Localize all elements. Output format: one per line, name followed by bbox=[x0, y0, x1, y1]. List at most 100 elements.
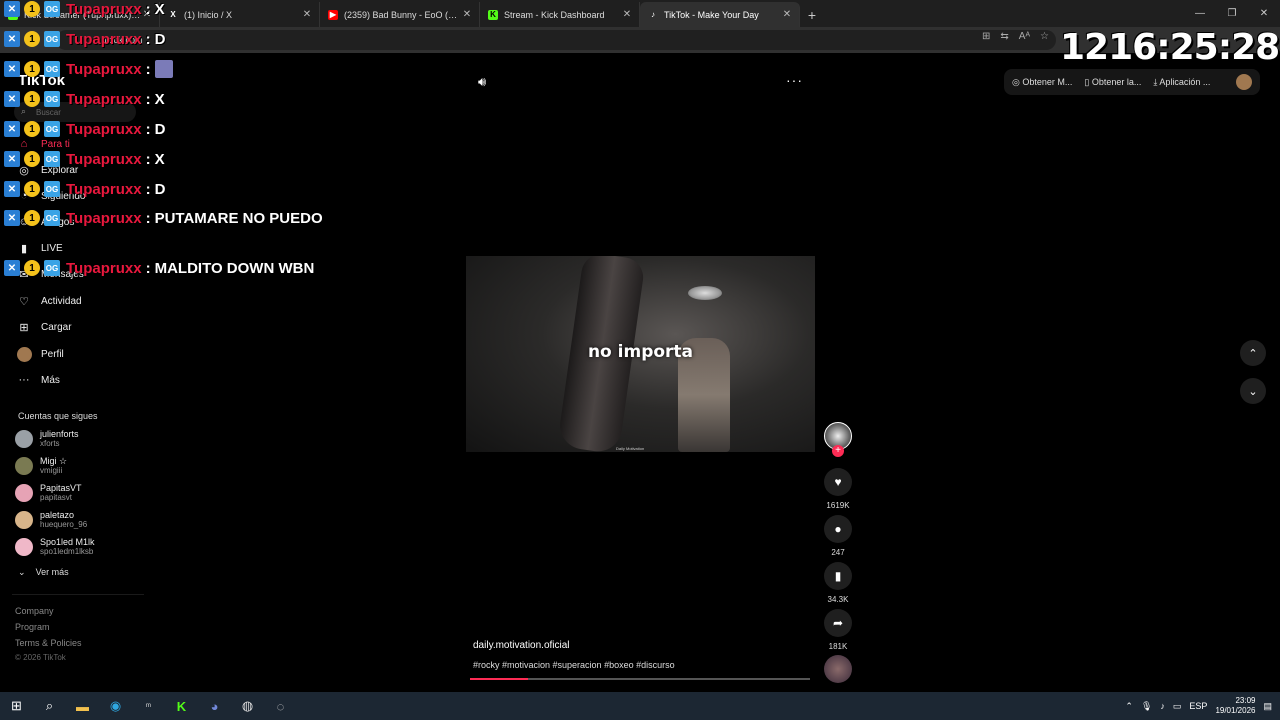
heart-icon: ♥ bbox=[824, 468, 852, 496]
following-account[interactable]: paletazo huequero_96 bbox=[15, 510, 87, 530]
discord-icon[interactable]: ◕ bbox=[198, 692, 231, 720]
sub-badge-icon: 1 bbox=[24, 61, 40, 77]
following-title: Cuentas que sigues bbox=[18, 411, 98, 421]
copyright: © 2026 TikTok bbox=[15, 653, 66, 662]
account-name: Migi ☆ bbox=[40, 456, 68, 466]
video-progress-bar[interactable] bbox=[470, 678, 810, 680]
follow-plus-icon[interactable]: + bbox=[832, 445, 844, 457]
search-icon[interactable]: ⌕ bbox=[33, 692, 66, 720]
close-icon[interactable]: ✕ bbox=[461, 9, 473, 20]
share-icon: ➦ bbox=[824, 609, 852, 637]
chat-text: D bbox=[154, 30, 166, 48]
next-video-button[interactable]: ⌄ bbox=[1240, 378, 1266, 404]
network-icon[interactable]: ▭ bbox=[1173, 701, 1182, 712]
windows-start-icon[interactable]: ⊞ bbox=[0, 692, 33, 720]
close-icon[interactable]: ✕ bbox=[621, 9, 633, 20]
user-avatar[interactable] bbox=[1236, 74, 1252, 90]
sub-badge-icon: 1 bbox=[24, 210, 40, 226]
maximize-icon[interactable]: ❐ bbox=[1216, 0, 1248, 27]
nav-item-perfil[interactable]: Perfil bbox=[16, 344, 64, 364]
file-explorer-icon[interactable]: ▬ bbox=[66, 692, 99, 720]
activity-icon: ♡ bbox=[19, 295, 29, 308]
chat-message: ✕ 1 OG Tupapruxx: PUTAMARE NO PUEDO bbox=[4, 207, 323, 229]
edge-browser-icon[interactable]: ◉ bbox=[99, 692, 132, 720]
address-bar[interactable]: tiktok.com bbox=[56, 30, 1056, 50]
sub-badge-icon: 1 bbox=[24, 31, 40, 47]
close-icon[interactable]: ✕ bbox=[301, 9, 313, 20]
share-button[interactable]: ➦ 181K bbox=[824, 609, 852, 651]
chat-message: ✕ 1 OG Tupapruxx: D bbox=[4, 118, 165, 140]
verified-icon: ✕ bbox=[4, 181, 20, 197]
following-account[interactable]: PapitasVT papitasvt bbox=[15, 483, 82, 503]
more-options-icon[interactable]: ··· bbox=[786, 72, 803, 88]
language-indicator[interactable]: ESP bbox=[1189, 701, 1207, 711]
save-button[interactable]: ▮ 34.3K bbox=[824, 562, 852, 604]
browser-tab[interactable]: K Stream - Kick Dashboard ✕ bbox=[480, 2, 640, 27]
reader-icon[interactable]: Aᴬ bbox=[1019, 31, 1030, 42]
app-icon[interactable]: ᵐ bbox=[132, 692, 165, 720]
account-name: paletazo bbox=[40, 510, 75, 520]
upload-icon: ⊞ bbox=[19, 321, 29, 334]
avatar bbox=[15, 430, 33, 448]
chevron-down-icon: ⌄ bbox=[1248, 385, 1258, 398]
sub-badge-icon: 1 bbox=[24, 91, 40, 107]
translate-icon[interactable]: ⇆ bbox=[1000, 31, 1008, 42]
see-more-button[interactable]: ⌄ Ver más bbox=[18, 567, 69, 578]
volume-icon[interactable]: 🔊︎ bbox=[478, 74, 486, 90]
notification-icon[interactable]: ▤ bbox=[1263, 701, 1272, 712]
following-account[interactable]: julienforts xforts bbox=[15, 429, 79, 449]
more-icon: ··· bbox=[18, 374, 30, 386]
bookmark-star-icon[interactable]: ☆ bbox=[1040, 31, 1049, 42]
nav-item-mas[interactable]: ··· Más bbox=[16, 370, 60, 390]
microphone-icon[interactable]: 🎙︎ bbox=[1141, 701, 1152, 712]
chat-username: Tupapruxx bbox=[66, 180, 142, 198]
nav-item-actividad[interactable]: ♡ Actividad bbox=[16, 291, 82, 311]
close-icon[interactable]: ✕ bbox=[781, 9, 793, 20]
account-handle: vmigiii bbox=[40, 466, 63, 475]
verified-icon: ✕ bbox=[4, 1, 20, 17]
see-more-label: Ver más bbox=[35, 567, 69, 577]
video-hashtags[interactable]: #rocky #motivacion #superacion #boxeo #d… bbox=[473, 660, 675, 670]
comment-icon: ● bbox=[824, 515, 852, 543]
footer-link-terms[interactable]: Terms & Policies bbox=[15, 638, 82, 648]
browser-tab[interactable]: X (1) Inicio / X ✕ bbox=[160, 2, 320, 27]
nav-item-cargar[interactable]: ⊞ Cargar bbox=[16, 317, 71, 337]
minimize-icon[interactable]: — bbox=[1184, 0, 1216, 27]
footer-link-company[interactable]: Company bbox=[15, 606, 54, 616]
chat-text: MALDITO DOWN WBN bbox=[154, 259, 315, 277]
chat-username: Tupapruxx bbox=[66, 150, 142, 168]
windows-taskbar: ⊞ ⌕ ▬ ◉ ᵐ K ◕ ◍ ◌ ⌃ 🎙︎ ♪ ▭ ESP 23:09 19/… bbox=[0, 692, 1280, 720]
tab-title: (2359) Bad Bunny - EoO (Video Lyric) bbox=[344, 9, 461, 20]
comment-button[interactable]: ● 247 bbox=[824, 515, 852, 557]
chevron-up-icon[interactable]: ⌃ bbox=[1125, 701, 1133, 712]
clock[interactable]: 23:09 19/01/2026 bbox=[1215, 696, 1255, 716]
download-app-button[interactable]: ⤓ Aplicación ... bbox=[1153, 77, 1210, 88]
new-tab-button[interactable]: + bbox=[800, 2, 824, 27]
speaker-icon[interactable]: ♪ bbox=[1160, 701, 1165, 711]
avatar bbox=[15, 511, 33, 529]
app-install-icon[interactable]: ⊞ bbox=[982, 31, 990, 42]
following-account[interactable]: Spo1led M1lk spo1ledm1lksb bbox=[15, 537, 95, 557]
following-account[interactable]: Migi ☆ vmigiii bbox=[15, 456, 67, 476]
get-app-button[interactable]: ▯ Obtener la... bbox=[1084, 77, 1141, 88]
like-button[interactable]: ♥ 1619K bbox=[824, 468, 852, 510]
video-player[interactable]: no importa Daily Motivation bbox=[466, 256, 815, 452]
get-coins-button[interactable]: ◎ Obtener M... bbox=[1012, 77, 1072, 88]
avatar bbox=[15, 484, 33, 502]
obs-icon[interactable]: ◍ bbox=[231, 692, 264, 720]
og-badge-icon: OG bbox=[44, 151, 60, 167]
previous-video-button[interactable]: ⌃ bbox=[1240, 340, 1266, 366]
close-window-icon[interactable]: ✕ bbox=[1248, 0, 1280, 27]
video-author[interactable]: daily.motivation.oficial bbox=[473, 640, 570, 651]
chat-app-icon[interactable]: ◌ bbox=[264, 692, 297, 720]
verified-icon: ✕ bbox=[4, 151, 20, 167]
music-disc-icon[interactable] bbox=[824, 655, 852, 683]
tab-title: Stream - Kick Dashboard bbox=[504, 9, 605, 20]
nav-item-live[interactable]: ▮ LIVE bbox=[16, 238, 63, 258]
browser-tab-active[interactable]: ♪ TikTok - Make Your Day ✕ bbox=[640, 2, 800, 27]
clock-time: 23:09 bbox=[1235, 696, 1256, 705]
kick-icon[interactable]: K bbox=[165, 692, 198, 720]
browser-tab[interactable]: ▶ (2359) Bad Bunny - EoO (Video Lyric) ✕ bbox=[320, 2, 480, 27]
footer-link-program[interactable]: Program bbox=[15, 622, 50, 632]
og-badge-icon: OG bbox=[44, 121, 60, 137]
